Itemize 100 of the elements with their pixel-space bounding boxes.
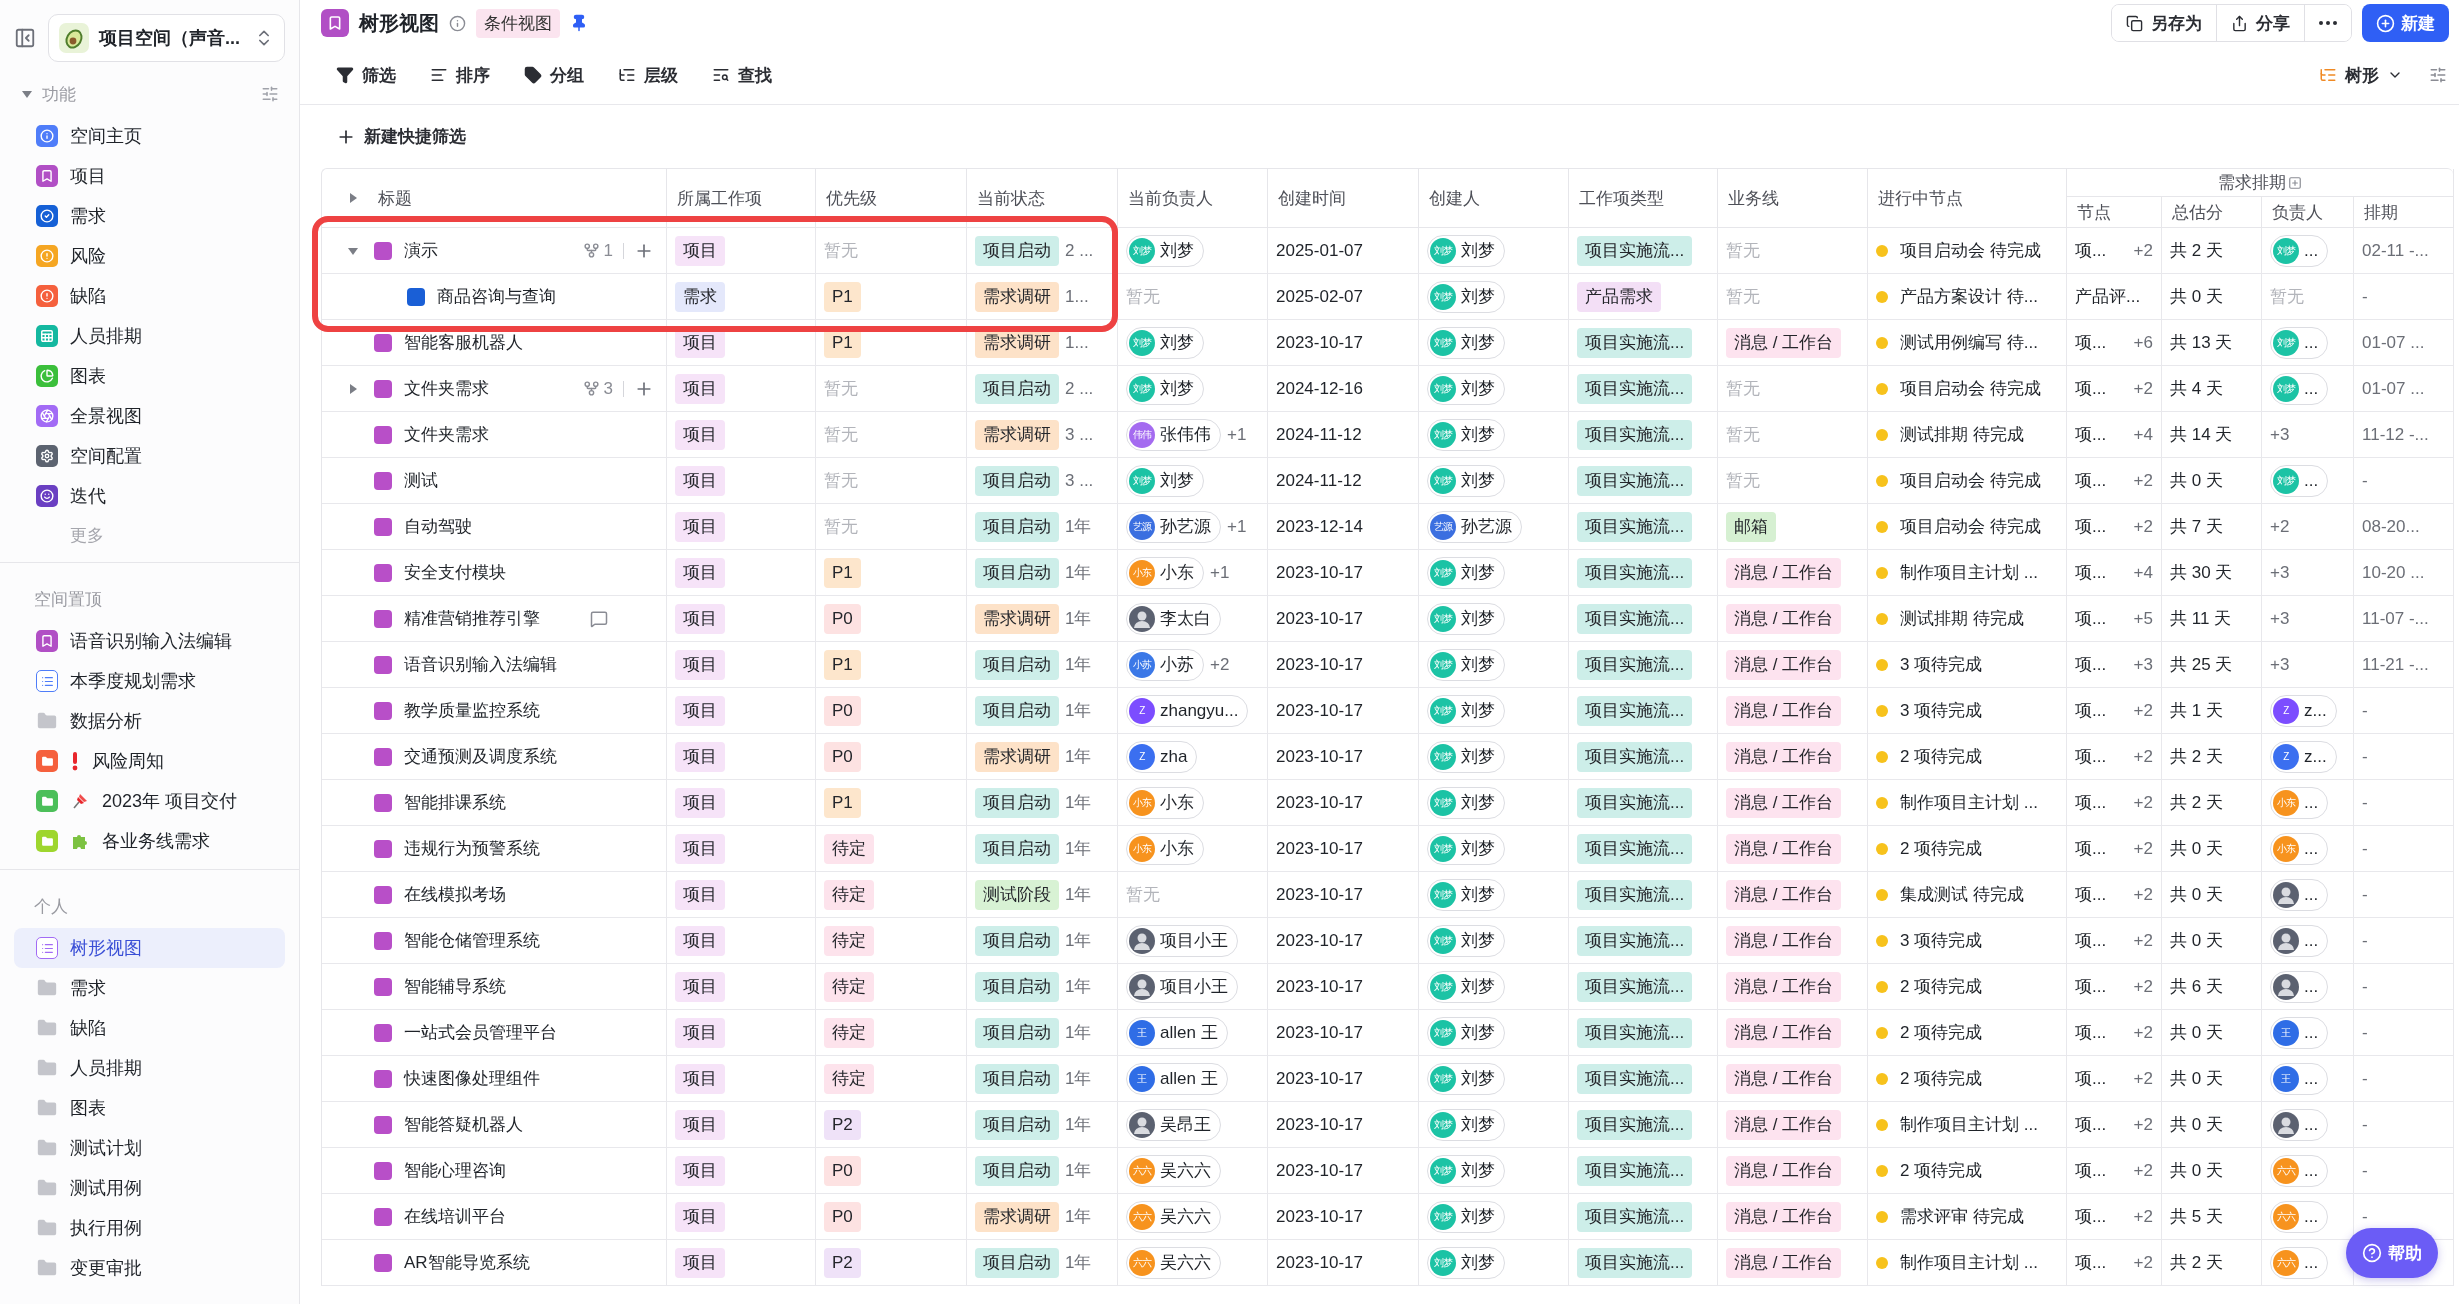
- person-chip[interactable]: 项目小王: [1126, 924, 1238, 957]
- person-chip[interactable]: ...: [2270, 1108, 2329, 1141]
- column-header[interactable]: 标题: [378, 186, 412, 210]
- person-chip[interactable]: 伟伟 张伟伟: [1126, 418, 1221, 451]
- person-chip[interactable]: 吴昂王: [1126, 1108, 1221, 1141]
- person-chip[interactable]: Z z...: [2270, 694, 2337, 727]
- new-quick-filter-button[interactable]: 新建快捷筛选: [328, 121, 474, 152]
- row-title[interactable]: 文件夹需求: [404, 423, 489, 446]
- new-button[interactable]: 新建: [2362, 4, 2449, 42]
- sidebar-item[interactable]: 需求: [14, 968, 285, 1008]
- person-chip[interactable]: 刘梦 刘梦: [1427, 832, 1505, 865]
- sidebar-item[interactable]: 人员排期: [14, 316, 285, 356]
- sidebar-item[interactable]: 空间配置: [14, 436, 285, 476]
- person-chip[interactable]: ...: [2270, 878, 2329, 911]
- row-title[interactable]: 精准营销推荐引擎: [404, 607, 540, 630]
- sidebar-item[interactable]: 迭代: [14, 476, 285, 516]
- person-chip[interactable]: 小苏 小苏: [1126, 648, 1204, 681]
- person-chip[interactable]: 小东 小东: [1126, 832, 1204, 865]
- column-header[interactable]: 当前状态: [967, 169, 1118, 228]
- person-chip[interactable]: 刘梦 刘梦: [1427, 694, 1505, 727]
- toolbar-button[interactable]: 筛选: [328, 59, 404, 91]
- person-chip[interactable]: 刘梦 刘梦: [1427, 1154, 1505, 1187]
- person-chip[interactable]: 王 allen 王: [1126, 1062, 1228, 1095]
- column-header[interactable]: 业务线: [1718, 169, 1868, 228]
- row-title[interactable]: 智能排课系统: [404, 791, 506, 814]
- person-chip[interactable]: 王 allen 王: [1126, 1016, 1228, 1049]
- sidebar-item[interactable]: 语音识别输入法编辑: [14, 621, 285, 661]
- toolbar-button[interactable]: 排序: [422, 59, 498, 91]
- comment-icon[interactable]: [590, 609, 608, 628]
- column-header[interactable]: 排期: [2354, 197, 2454, 228]
- row-title[interactable]: 交通预测及调度系统: [404, 745, 557, 768]
- row-title[interactable]: 智能仓储管理系统: [404, 929, 540, 952]
- person-chip[interactable]: Z zhangyu...: [1126, 694, 1249, 727]
- person-chip[interactable]: 刘梦 刘梦: [1427, 280, 1505, 313]
- person-chip[interactable]: 刘梦 刘梦: [1126, 326, 1204, 359]
- row-title[interactable]: 演示: [404, 239, 438, 262]
- row-title[interactable]: 自动驾驶: [404, 515, 472, 538]
- person-chip[interactable]: 刘梦 ...: [2270, 234, 2329, 267]
- person-chip[interactable]: 小东 ...: [2270, 832, 2329, 865]
- person-chip[interactable]: ...: [2270, 970, 2329, 1003]
- sidebar-item[interactable]: 数据分析: [14, 701, 285, 741]
- person-chip[interactable]: 刘梦 刘梦: [1427, 878, 1505, 911]
- sidebar-item[interactable]: 图表: [14, 1088, 285, 1128]
- row-title[interactable]: 安全支付模块: [404, 561, 506, 584]
- row-title[interactable]: 语音识别输入法编辑: [404, 653, 557, 676]
- person-chip[interactable]: 刘梦 刘梦: [1427, 924, 1505, 957]
- row-title[interactable]: 快速图像处理组件: [404, 1067, 540, 1090]
- person-chip[interactable]: 刘梦 刘梦: [1427, 418, 1505, 451]
- sidebar-item[interactable]: 执行用例: [14, 1208, 285, 1248]
- column-header[interactable]: 所属工作项: [667, 169, 816, 228]
- person-chip[interactable]: 小东 小东: [1126, 556, 1204, 589]
- row-title[interactable]: 一站式会员管理平台: [404, 1021, 557, 1044]
- person-chip[interactable]: 六六 ...: [2270, 1200, 2329, 1233]
- view-mode-dropdown[interactable]: 树形: [2311, 59, 2411, 91]
- sidebar-item[interactable]: 风险周知: [14, 741, 285, 781]
- column-header[interactable]: 负责人: [2262, 197, 2354, 228]
- person-chip[interactable]: 六六 ...: [2270, 1246, 2329, 1279]
- person-chip[interactable]: Z zha: [1126, 740, 1198, 773]
- row-title[interactable]: 智能客服机器人: [404, 331, 523, 354]
- person-chip[interactable]: 刘梦 刘梦: [1126, 234, 1204, 267]
- column-header[interactable]: 创建时间: [1268, 169, 1419, 228]
- person-chip[interactable]: 刘梦 刘梦: [1126, 464, 1204, 497]
- person-chip[interactable]: 六六 ...: [2270, 1154, 2329, 1187]
- person-chip[interactable]: 刘梦 刘梦: [1427, 1200, 1505, 1233]
- sidebar-item[interactable]: 空间主页: [14, 116, 285, 156]
- help-button[interactable]: 帮助: [2346, 1228, 2438, 1278]
- column-header[interactable]: 当前负责人: [1118, 169, 1268, 228]
- toolbar-button[interactable]: 层级: [610, 59, 686, 91]
- row-title[interactable]: 教学质量监控系统: [404, 699, 540, 722]
- settings-icon[interactable]: [261, 85, 279, 103]
- sidebar-item[interactable]: 图表: [14, 356, 285, 396]
- collapse-sidebar-icon[interactable]: [14, 27, 36, 49]
- person-chip[interactable]: Z z...: [2270, 740, 2337, 773]
- column-header[interactable]: 节点: [2067, 197, 2162, 228]
- person-chip[interactable]: 刘梦 刘梦: [1427, 464, 1505, 497]
- row-title[interactable]: AR智能导览系统: [404, 1251, 530, 1274]
- sidebar-item[interactable]: 各业务线需求: [14, 821, 285, 861]
- sidebar-item[interactable]: 人员排期: [14, 1048, 285, 1088]
- row-title[interactable]: 智能心理咨询: [404, 1159, 506, 1182]
- sidebar-item[interactable]: 缺陷: [14, 276, 285, 316]
- row-title[interactable]: 测试: [404, 469, 438, 492]
- person-chip[interactable]: 小东 小东: [1126, 786, 1204, 819]
- person-chip[interactable]: 小东 ...: [2270, 786, 2329, 819]
- column-header[interactable]: 工作项类型: [1569, 169, 1718, 228]
- person-chip[interactable]: 刘梦 刘梦: [1427, 1062, 1505, 1095]
- person-chip[interactable]: 刘梦 刘梦: [1427, 786, 1505, 819]
- action-button[interactable]: 另存为: [2112, 5, 2217, 41]
- sidebar-item[interactable]: 测试用例: [14, 1168, 285, 1208]
- column-header[interactable]: 总估分: [2162, 197, 2262, 228]
- person-chip[interactable]: 六六 吴六六: [1126, 1200, 1221, 1233]
- person-chip[interactable]: 艺源 孙艺源: [1126, 510, 1221, 543]
- sidebar-item[interactable]: 变更审批: [14, 1248, 285, 1288]
- person-chip[interactable]: 刘梦 刘梦: [1427, 740, 1505, 773]
- row-title[interactable]: 文件夹需求: [404, 377, 489, 400]
- sidebar-item[interactable]: 项目: [14, 156, 285, 196]
- person-chip[interactable]: 刘梦 ...: [2270, 326, 2329, 359]
- expand-group-icon[interactable]: [2288, 175, 2302, 190]
- person-chip[interactable]: 刘梦 刘梦: [1427, 1108, 1505, 1141]
- person-chip[interactable]: 项目小王: [1126, 970, 1238, 1003]
- person-chip[interactable]: 刘梦 刘梦: [1427, 1246, 1505, 1279]
